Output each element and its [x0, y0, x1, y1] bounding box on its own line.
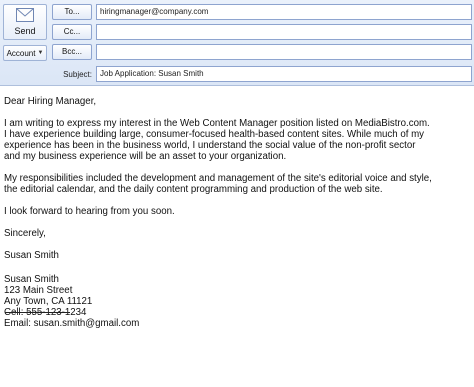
account-label: Account [6, 48, 36, 58]
message-body[interactable]: Dear Hiring Manager, I am writing to exp… [4, 96, 470, 329]
cc-field[interactable] [96, 24, 472, 40]
signature-name: Susan Smith [4, 250, 59, 261]
greeting: Dear Hiring Manager, [4, 96, 97, 107]
bcc-button[interactable]: Bcc... [52, 44, 92, 60]
paragraph-1-line: experience has been in the business worl… [4, 140, 416, 151]
closing: Sincerely, [4, 228, 46, 239]
send-label: Send [14, 26, 36, 36]
contact-city: Any Town, CA 11121 [4, 296, 93, 307]
contact-street: 123 Main Street [4, 285, 73, 296]
paragraph-1-line: I have experience building large, consum… [4, 129, 425, 140]
cc-button[interactable]: Cc... [52, 24, 92, 40]
paragraph-1-line: I am writing to express my interest in t… [4, 118, 430, 129]
contact-name: Susan Smith [4, 274, 59, 285]
to-field[interactable]: hiringmanager@company.com [96, 4, 472, 20]
signature-divider [5, 312, 70, 313]
paragraph-1-line: and my business experience will be an as… [4, 151, 287, 162]
subject-label: Subject: [63, 70, 92, 79]
to-button[interactable]: To... [52, 4, 92, 20]
paragraph-2-line: My responsibilities included the develop… [4, 173, 432, 184]
paragraph-3: I look forward to hearing from you soon. [4, 206, 175, 217]
contact-cell: Cell: 555-123-1234 [4, 307, 87, 318]
contact-email: Email: susan.smith@gmail.com [4, 318, 140, 329]
chevron-down-icon: ▼ [37, 50, 44, 56]
paragraph-2-line: the editorial calendar, and the daily co… [4, 184, 383, 195]
message-header: Send Account ▼ To... hiringmanager@compa… [0, 0, 474, 86]
bcc-field[interactable] [96, 44, 472, 60]
subject-field[interactable]: Job Application: Susan Smith [96, 66, 472, 82]
envelope-icon [16, 8, 34, 22]
account-button[interactable]: Account ▼ [3, 45, 47, 61]
send-button[interactable]: Send [3, 4, 47, 40]
